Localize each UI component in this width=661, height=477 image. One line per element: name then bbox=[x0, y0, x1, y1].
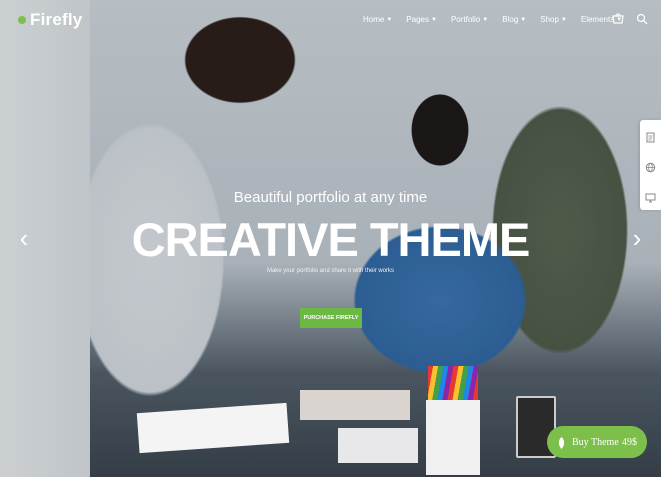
main-menu: Home ▼ Pages ▼ Portfolio ▼ Blog ▼ Shop ▼ Elem… bbox=[363, 15, 622, 24]
menu-label: Elements bbox=[580, 15, 615, 24]
chevron-down-icon: ▼ bbox=[482, 16, 489, 23]
menu-label: Portfolio bbox=[450, 15, 481, 24]
menu-label: Pages bbox=[406, 15, 429, 24]
purchase-button[interactable]: PURCHASE FIREFLY bbox=[300, 308, 362, 328]
buy-theme-label: Buy Theme bbox=[572, 436, 619, 448]
pencil-cup bbox=[426, 400, 480, 475]
menu-item-shop[interactable]: Shop ▼ bbox=[540, 15, 567, 24]
buy-theme-button[interactable]: Buy Theme 49$ bbox=[547, 426, 647, 458]
chevron-down-icon: ▼ bbox=[430, 16, 437, 23]
chevron-down-icon: ▼ bbox=[560, 16, 567, 23]
menu-item-blog[interactable]: Blog ▼ bbox=[502, 15, 526, 24]
hero-subtitle: Beautiful portfolio at any time bbox=[233, 189, 428, 206]
desk-paper bbox=[338, 428, 418, 463]
brand-name: Firefly bbox=[30, 10, 83, 29]
search-icon[interactable] bbox=[636, 12, 648, 25]
logo-leaf-icon bbox=[18, 16, 26, 24]
cart-icon[interactable] bbox=[612, 12, 624, 24]
pencil-cup-pencils bbox=[428, 366, 478, 404]
desk-paper bbox=[136, 402, 290, 454]
desk-paper bbox=[300, 390, 410, 420]
buy-theme-price: 49$ bbox=[622, 436, 637, 448]
hero-title: CREATIVE THEME bbox=[131, 213, 531, 266]
brand-logo[interactable]: Firefly bbox=[18, 10, 82, 30]
chevron-down-icon: ▼ bbox=[386, 16, 393, 23]
globe-icon[interactable] bbox=[645, 160, 656, 172]
hero-description: Make your portfolio and share it with th… bbox=[266, 268, 395, 274]
menu-label: Shop bbox=[540, 15, 559, 24]
menu-label: Home bbox=[363, 15, 385, 24]
chevron-down-icon: ▼ bbox=[520, 16, 527, 23]
leaf-icon bbox=[557, 436, 566, 449]
menu-item-pages[interactable]: Pages ▼ bbox=[406, 15, 437, 24]
menu-label: Blog bbox=[502, 15, 519, 24]
menu-item-portfolio[interactable]: Portfolio ▼ bbox=[451, 15, 488, 24]
menu-item-home[interactable]: Home ▼ bbox=[363, 15, 392, 24]
document-icon[interactable] bbox=[645, 130, 656, 142]
top-navigation: Firefly Home ▼ Pages ▼ Portfolio ▼ Blog ▼ Sh… bbox=[0, 0, 661, 40]
